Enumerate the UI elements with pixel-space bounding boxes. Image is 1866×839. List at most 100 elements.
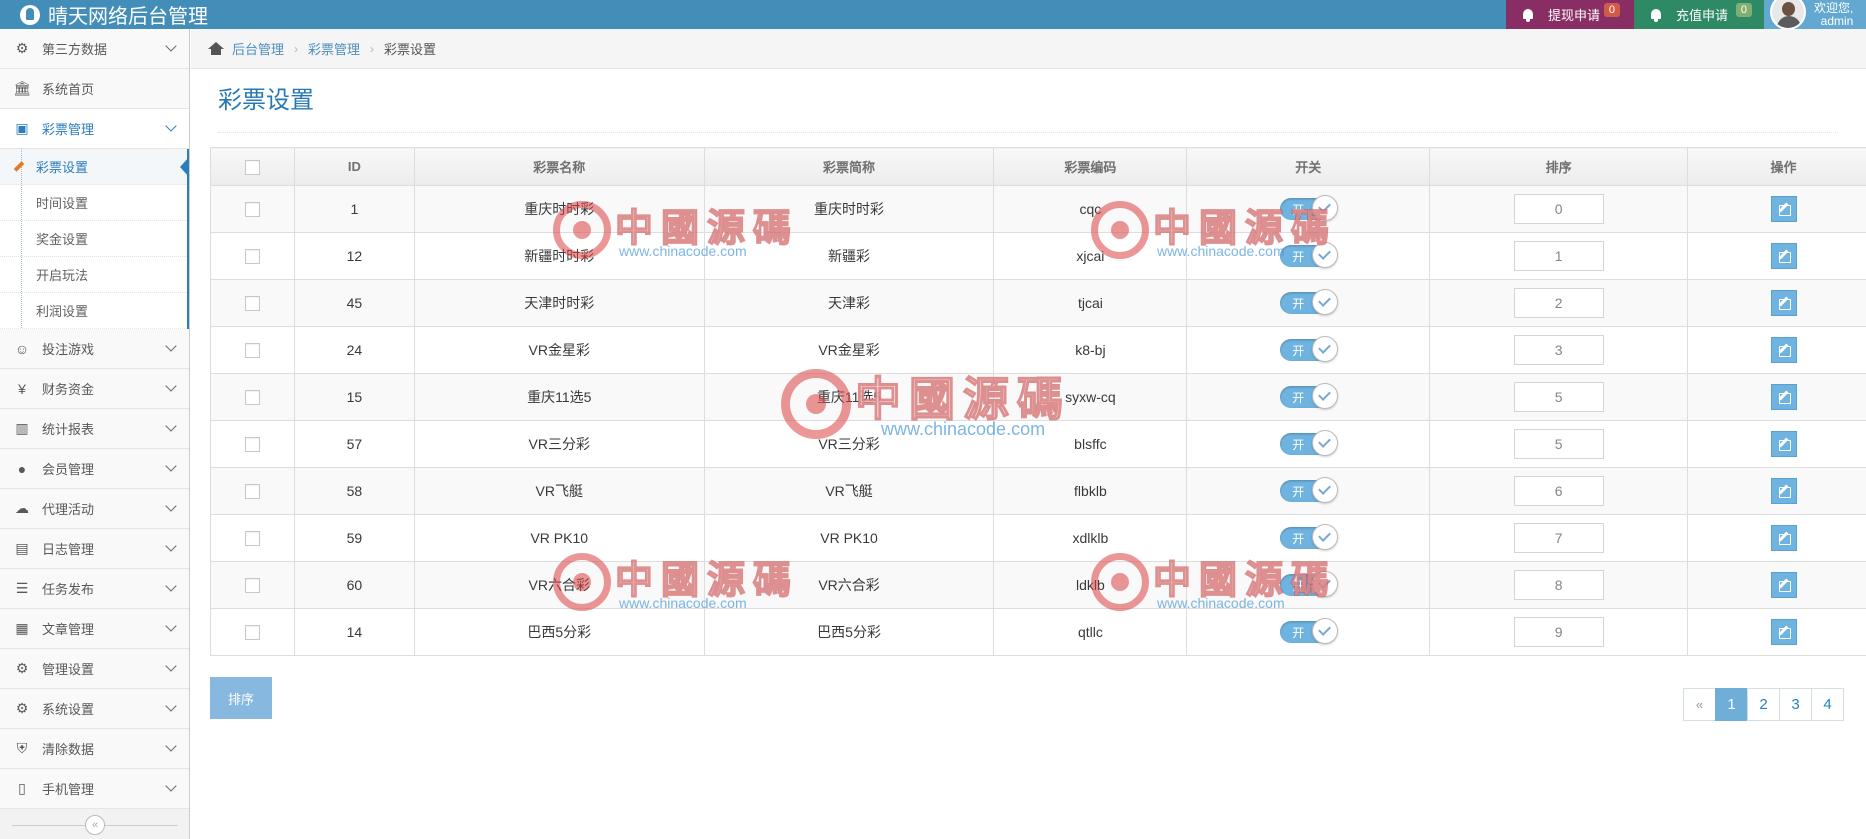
enable-toggle[interactable]: 开	[1280, 524, 1339, 550]
sort-order-input[interactable]	[1513, 335, 1604, 365]
sidebar-item-lottery-management[interactable]: ▣ 彩票管理	[0, 109, 189, 149]
user-menu[interactable]: 欢迎您, admin	[1764, 0, 1866, 30]
row-checkbox[interactable]	[244, 249, 260, 265]
sort-order-input[interactable]	[1513, 288, 1604, 318]
edit-icon[interactable]	[1770, 619, 1797, 645]
pagination-page-4[interactable]: 4	[1811, 688, 1844, 721]
row-checkbox[interactable]	[244, 437, 260, 453]
sidebar-item-finance[interactable]: ¥ 财务资金	[0, 369, 189, 409]
row-checkbox[interactable]	[244, 390, 260, 406]
row-checkbox[interactable]	[244, 625, 260, 641]
enable-toggle[interactable]: 开	[1280, 477, 1339, 503]
enable-toggle[interactable]: 开	[1280, 571, 1339, 597]
enable-toggle[interactable]: 开	[1280, 289, 1339, 315]
enable-toggle[interactable]: 开	[1280, 618, 1339, 644]
sidebar-item-third-party-data[interactable]: ⚙ 第三方数据	[0, 29, 189, 69]
sort-order-input[interactable]	[1513, 382, 1604, 412]
select-all-checkbox[interactable]	[244, 159, 260, 175]
table-body: 1重庆时时彩重庆时时彩cqc开12新疆时时彩新疆彩xjcai开45天津时时彩天津…	[210, 185, 1866, 656]
enable-toggle[interactable]: 开	[1280, 195, 1339, 221]
row-checkbox[interactable]	[244, 531, 260, 547]
sidebar-item-members[interactable]: ● 会员管理	[0, 449, 189, 489]
sort-order-input[interactable]	[1513, 476, 1604, 506]
row-checkbox[interactable]	[244, 578, 260, 594]
cell-short-name: VR六合彩	[703, 561, 995, 609]
column-header-short-name[interactable]: 彩票简称	[703, 147, 995, 186]
toggle-label: 开	[1292, 250, 1305, 264]
row-checkbox[interactable]	[244, 484, 260, 500]
sort-order-input[interactable]	[1513, 194, 1604, 224]
edit-icon[interactable]	[1770, 196, 1797, 222]
sidebar-item-agent-activity[interactable]: ☁ 代理活动	[0, 489, 189, 529]
sidebar-item-system-settings[interactable]: ⚙ 系统设置	[0, 689, 189, 729]
submenu-item-time-settings[interactable]: 时间设置	[0, 185, 187, 221]
column-header-code[interactable]: 彩票编码	[993, 147, 1188, 186]
cell-actions	[1687, 279, 1866, 327]
recharge-request-button[interactable]: 充值申请 0	[1634, 0, 1764, 29]
edit-icon[interactable]	[1770, 525, 1797, 551]
sort-order-input[interactable]	[1513, 429, 1604, 459]
sidebar-item-admin-settings[interactable]: ⚙ 管理设置	[0, 649, 189, 689]
sidebar-item-clear-data[interactable]: ⛨ 清除数据	[0, 729, 189, 769]
sort-order-input[interactable]	[1513, 617, 1604, 647]
sort-order-input[interactable]	[1513, 523, 1604, 553]
sort-button[interactable]: 排序	[210, 677, 272, 719]
sort-order-input[interactable]	[1513, 570, 1604, 600]
cell-code: blsffc	[993, 420, 1188, 468]
enable-toggle[interactable]: 开	[1280, 430, 1339, 456]
pagination-page-3[interactable]: 3	[1779, 688, 1812, 721]
breadcrumb-home[interactable]: 后台管理	[232, 39, 284, 58]
wrench-icon	[14, 161, 24, 171]
pagination-page-1[interactable]: 1	[1715, 688, 1748, 721]
sidebar-item-home[interactable]: 🏛 系统首页	[0, 69, 189, 109]
column-header-switch[interactable]: 开关	[1186, 147, 1431, 186]
submenu-item-prize-settings[interactable]: 奖金设置	[0, 221, 187, 257]
sidebar-item-label: 日志管理	[42, 542, 95, 557]
sidebar-item-logs[interactable]: ▤ 日志管理	[0, 529, 189, 569]
column-header-sort[interactable]: 排序	[1429, 147, 1689, 186]
sidebar-item-tasks[interactable]: ☰ 任务发布	[0, 569, 189, 609]
collapse-icon[interactable]: «	[85, 815, 105, 835]
enable-toggle[interactable]: 开	[1280, 242, 1339, 268]
sidebar-item-mobile[interactable]: ▯ 手机管理	[0, 769, 189, 809]
row-select-cell	[210, 514, 295, 562]
submenu-item-enable-play[interactable]: 开启玩法	[0, 257, 187, 293]
edit-icon[interactable]	[1770, 290, 1797, 316]
brand[interactable]: 晴天网络后台管理	[20, 0, 208, 29]
edit-icon[interactable]	[1770, 572, 1797, 598]
edit-icon[interactable]	[1770, 478, 1797, 504]
enable-toggle[interactable]: 开	[1280, 336, 1339, 362]
column-header-name[interactable]: 彩票名称	[413, 147, 705, 186]
cell-sort	[1429, 467, 1689, 515]
sidebar-item-articles[interactable]: ▦ 文章管理	[0, 609, 189, 649]
cell-switch: 开	[1186, 232, 1431, 280]
sidebar-item-label: 投注游戏	[42, 342, 95, 357]
enable-toggle[interactable]: 开	[1280, 383, 1339, 409]
withdraw-request-button[interactable]: 提现申请 0	[1506, 0, 1634, 29]
cell-code: flbklb	[993, 467, 1188, 515]
edit-icon[interactable]	[1770, 384, 1797, 410]
pagination-prev[interactable]: «	[1683, 688, 1716, 721]
pagination-page-2[interactable]: 2	[1747, 688, 1780, 721]
edit-icon[interactable]	[1770, 337, 1797, 363]
sidebar-item-betting-games[interactable]: ☺ 投注游戏	[0, 329, 189, 369]
edit-icon[interactable]	[1770, 431, 1797, 457]
cell-short-name: 天津彩	[703, 279, 995, 327]
breadcrumb-section[interactable]: 彩票管理	[308, 39, 360, 58]
sidebar-item-reports[interactable]: ▥ 统计报表	[0, 409, 189, 449]
submenu-item-lottery-settings[interactable]: 彩票设置	[0, 149, 189, 185]
sort-order-input[interactable]	[1513, 241, 1604, 271]
document-icon: ▦	[15, 620, 29, 636]
username: admin	[1820, 13, 1854, 28]
cell-name: 重庆时时彩	[413, 185, 705, 233]
cell-sort	[1429, 608, 1689, 656]
column-header-id[interactable]: ID	[293, 147, 415, 186]
row-checkbox[interactable]	[244, 296, 260, 312]
row-select-cell	[210, 467, 295, 515]
row-checkbox[interactable]	[244, 343, 260, 359]
submenu-item-profit-settings[interactable]: 利润设置	[0, 293, 187, 329]
chevron-down-icon	[165, 500, 177, 512]
edit-icon[interactable]	[1770, 243, 1797, 269]
row-checkbox[interactable]	[244, 202, 260, 218]
breadcrumb: 后台管理 › 彩票管理 › 彩票设置	[191, 29, 1866, 69]
